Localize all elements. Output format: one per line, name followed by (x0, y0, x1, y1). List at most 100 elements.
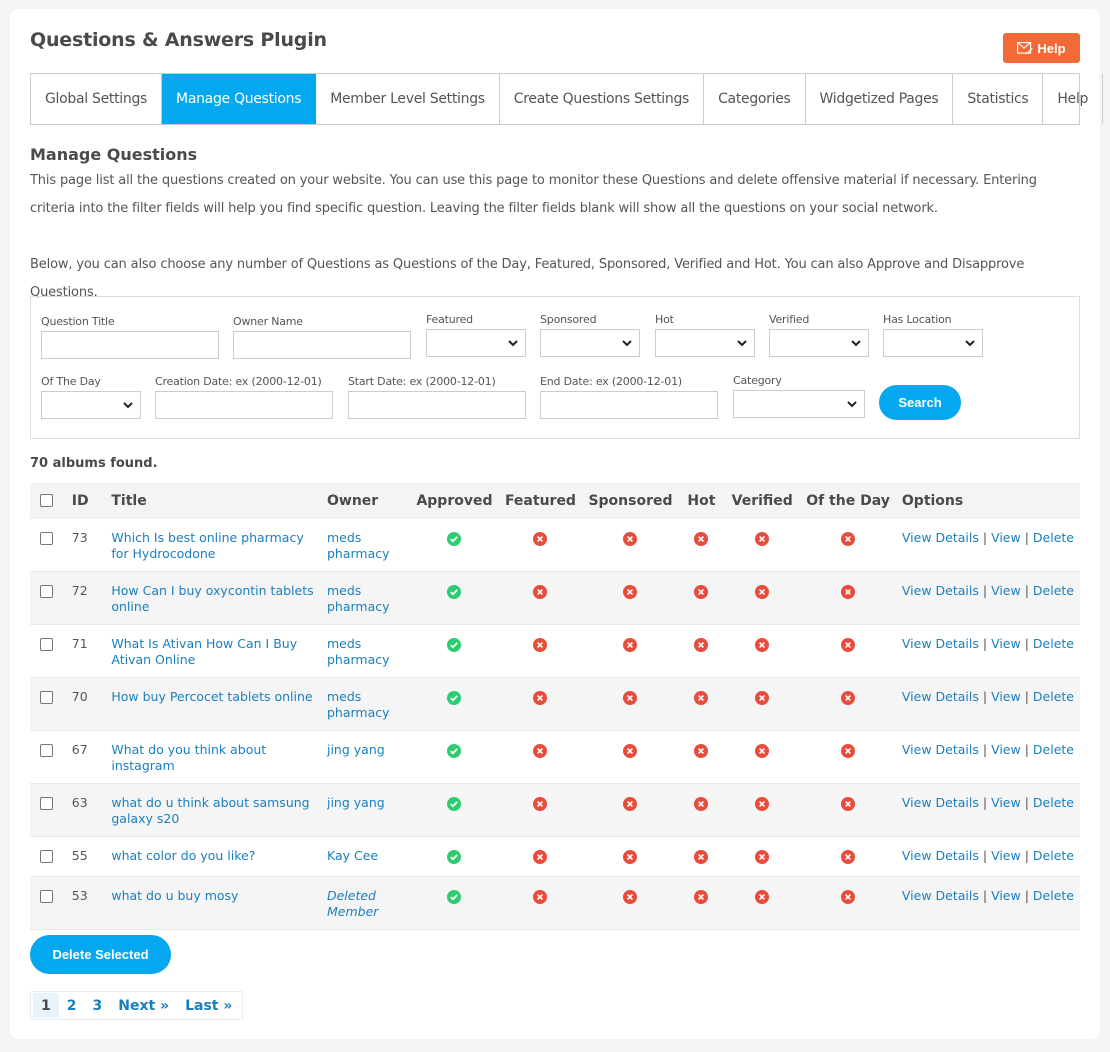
x-circle-icon[interactable] (623, 637, 638, 652)
check-circle-icon[interactable] (447, 637, 462, 652)
view-details-link[interactable]: View Details (902, 530, 979, 545)
x-circle-icon[interactable] (841, 849, 856, 864)
x-circle-icon[interactable] (623, 796, 638, 811)
x-circle-icon[interactable] (533, 690, 548, 705)
owner-link[interactable]: meds pharmacy (327, 530, 390, 561)
x-circle-icon[interactable] (755, 743, 770, 758)
check-circle-icon[interactable] (447, 690, 462, 705)
creation-date-input[interactable] (155, 391, 333, 419)
select-all-checkbox[interactable] (40, 493, 53, 507)
question-title-link[interactable]: What do you think about instagram (111, 742, 266, 773)
x-circle-icon[interactable] (623, 849, 638, 864)
owner-link[interactable]: Kay Cee (327, 848, 378, 863)
x-circle-icon[interactable] (533, 743, 548, 758)
delete-link[interactable]: Delete (1033, 795, 1074, 810)
x-circle-icon[interactable] (533, 849, 548, 864)
x-circle-icon[interactable] (533, 531, 548, 546)
check-circle-icon[interactable] (447, 849, 462, 864)
col-sponsored[interactable]: Sponsored (582, 483, 679, 519)
owner-link[interactable]: jing yang (327, 795, 385, 810)
view-link[interactable]: View (991, 583, 1021, 598)
hot-select[interactable] (655, 329, 755, 357)
view-link[interactable]: View (991, 888, 1021, 903)
x-circle-icon[interactable] (755, 690, 770, 705)
col-verified[interactable]: Verified (724, 483, 801, 519)
check-circle-icon[interactable] (447, 584, 462, 599)
start-date-input[interactable] (348, 391, 526, 419)
category-select[interactable] (733, 390, 865, 418)
sponsored-select[interactable] (540, 329, 640, 357)
owner-link[interactable]: meds pharmacy (327, 689, 390, 720)
view-link[interactable]: View (991, 530, 1021, 545)
tab-global-settings[interactable]: Global Settings (31, 74, 163, 124)
view-details-link[interactable]: View Details (902, 583, 979, 598)
x-circle-icon[interactable] (694, 849, 709, 864)
view-details-link[interactable]: View Details (902, 795, 979, 810)
verified-select[interactable] (769, 329, 869, 357)
x-circle-icon[interactable] (694, 743, 709, 758)
view-link[interactable]: View (991, 742, 1021, 757)
delete-link[interactable]: Delete (1033, 742, 1074, 757)
tab-member-level-settings[interactable]: Member Level Settings (316, 74, 500, 124)
row-checkbox[interactable] (40, 585, 53, 598)
row-checkbox[interactable] (40, 890, 53, 903)
x-circle-icon[interactable] (841, 743, 856, 758)
x-circle-icon[interactable] (694, 531, 709, 546)
x-circle-icon[interactable] (841, 796, 856, 811)
x-circle-icon[interactable] (533, 889, 548, 904)
row-checkbox[interactable] (40, 691, 53, 704)
view-details-link[interactable]: View Details (902, 636, 979, 651)
question-title-input[interactable] (41, 331, 219, 359)
owner-link[interactable]: meds pharmacy (327, 583, 390, 614)
next-page-link[interactable]: Next » (110, 993, 177, 1018)
delete-link[interactable]: Delete (1033, 636, 1074, 651)
end-date-input[interactable] (540, 391, 718, 419)
x-circle-icon[interactable] (755, 849, 770, 864)
x-circle-icon[interactable] (841, 584, 856, 599)
row-checkbox[interactable] (40, 744, 53, 757)
page-link[interactable]: 2 (59, 993, 85, 1018)
has-location-select[interactable] (883, 329, 983, 357)
col-title[interactable]: Title (105, 483, 321, 519)
x-circle-icon[interactable] (623, 531, 638, 546)
search-button[interactable]: Search (879, 385, 961, 420)
of-the-day-select[interactable] (41, 391, 141, 419)
question-title-link[interactable]: what do u buy mosy (111, 888, 238, 903)
tab-statistics[interactable]: Statistics (953, 74, 1044, 124)
col-id[interactable]: ID (65, 483, 106, 519)
row-checkbox[interactable] (40, 850, 53, 863)
x-circle-icon[interactable] (841, 889, 856, 904)
view-link[interactable]: View (991, 848, 1021, 863)
page-link[interactable]: 3 (85, 993, 111, 1018)
view-link[interactable]: View (991, 689, 1021, 704)
view-details-link[interactable]: View Details (902, 888, 979, 903)
question-title-link[interactable]: What Is Ativan How Can I Buy Ativan Onli… (111, 636, 297, 667)
check-circle-icon[interactable] (447, 796, 462, 811)
last-page-link[interactable]: Last » (177, 993, 240, 1018)
x-circle-icon[interactable] (694, 584, 709, 599)
x-circle-icon[interactable] (694, 637, 709, 652)
tab-widgetized-pages[interactable]: Widgetized Pages (806, 74, 954, 124)
owner-link[interactable]: Deleted Member (327, 888, 378, 919)
tab-manage-questions[interactable]: Manage Questions (162, 74, 317, 124)
owner-name-input[interactable] (233, 331, 411, 359)
x-circle-icon[interactable] (755, 531, 770, 546)
x-circle-icon[interactable] (841, 637, 856, 652)
question-title-link[interactable]: what do u think about samsung galaxy s20 (111, 795, 309, 826)
delete-link[interactable]: Delete (1033, 888, 1074, 903)
owner-link[interactable]: meds pharmacy (327, 636, 390, 667)
x-circle-icon[interactable] (694, 690, 709, 705)
delete-link[interactable]: Delete (1033, 583, 1074, 598)
help-button[interactable]: Help (1003, 33, 1080, 63)
view-link[interactable]: View (991, 636, 1021, 651)
col-owner[interactable]: Owner (320, 483, 411, 519)
delete-link[interactable]: Delete (1033, 848, 1074, 863)
delete-link[interactable]: Delete (1033, 530, 1074, 545)
view-details-link[interactable]: View Details (902, 848, 979, 863)
tab-create-questions-settings[interactable]: Create Questions Settings (500, 74, 705, 124)
x-circle-icon[interactable] (755, 796, 770, 811)
question-title-link[interactable]: Which Is best online pharmacy for Hydroc… (111, 530, 303, 561)
x-circle-icon[interactable] (755, 889, 770, 904)
x-circle-icon[interactable] (841, 531, 856, 546)
question-title-link[interactable]: How buy Percocet tablets online (111, 689, 312, 704)
